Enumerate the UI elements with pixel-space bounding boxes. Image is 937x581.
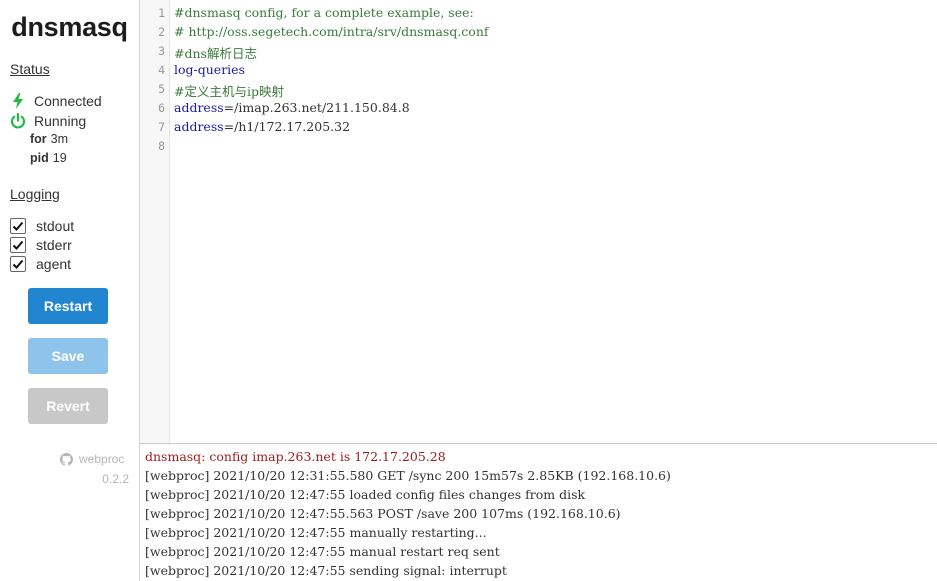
config-key: address bbox=[174, 119, 224, 134]
github-icon bbox=[60, 452, 73, 466]
app-title: dnsmasq bbox=[11, 12, 128, 42]
line-number: 2 bbox=[158, 25, 165, 39]
config-value: =/imap.263.net/211.150.84.8 bbox=[223, 100, 410, 115]
pid-label: pid bbox=[30, 151, 49, 165]
restart-button[interactable]: Restart bbox=[28, 288, 108, 324]
webproc-label: webproc bbox=[79, 452, 125, 466]
revert-button[interactable]: Revert bbox=[28, 388, 108, 424]
pid-row: pid 19 bbox=[30, 151, 67, 165]
uptime-value: 3m bbox=[50, 132, 69, 146]
line-number: 7 bbox=[158, 120, 165, 134]
log-line: [webproc] 2021/10/20 12:31:55.580 GET /s… bbox=[145, 468, 671, 483]
line-number: 1 bbox=[158, 6, 165, 20]
log-line: [webproc] 2021/10/20 12:47:55 manually r… bbox=[145, 525, 487, 540]
stderr-label: stderr bbox=[36, 237, 72, 253]
code-line-1[interactable]: #dnsmasq config, for a complete example,… bbox=[174, 5, 474, 20]
log-line: dnsmasq: config imap.263.net is 172.17.2… bbox=[145, 449, 446, 464]
agent-checkbox[interactable] bbox=[10, 256, 26, 272]
uptime-label: for bbox=[30, 132, 47, 146]
checkmark-icon bbox=[12, 240, 24, 250]
line-number: 4 bbox=[158, 63, 165, 77]
webproc-link[interactable]: webproc bbox=[60, 452, 124, 466]
checkmark-icon bbox=[12, 259, 24, 269]
running-label: Running bbox=[34, 113, 87, 129]
stdout-checkbox[interactable] bbox=[10, 218, 26, 234]
logging-option-stderr[interactable]: stderr bbox=[10, 237, 72, 253]
lightning-bolt-icon bbox=[10, 93, 26, 109]
code-line-7[interactable]: address=/h1/172.17.205.32 bbox=[174, 119, 350, 134]
code-line-4[interactable]: log-queries bbox=[174, 62, 245, 77]
logging-heading: Logging bbox=[10, 186, 60, 202]
code-line-3[interactable]: #dns解析日志 bbox=[174, 43, 257, 62]
stderr-checkbox[interactable] bbox=[10, 237, 26, 253]
sidebar: dnsmasq Status Connected Running for 3m p… bbox=[0, 0, 140, 581]
uptime-row: for 3m bbox=[30, 132, 68, 146]
stdout-label: stdout bbox=[36, 218, 75, 234]
log-line: [webproc] 2021/10/20 12:47:55.563 POST /… bbox=[145, 506, 621, 521]
save-button[interactable]: Save bbox=[28, 338, 108, 374]
power-icon bbox=[10, 113, 26, 129]
line-number-gutter: 1 2 3 4 5 6 7 8 bbox=[140, 0, 170, 443]
code-line-6[interactable]: address=/imap.263.net/211.150.84.8 bbox=[174, 100, 410, 115]
log-line: [webproc] 2021/10/20 12:47:55 sending si… bbox=[145, 563, 507, 578]
line-number: 5 bbox=[158, 82, 165, 96]
config-editor[interactable]: 1 2 3 4 5 6 7 8 #dnsmasq config, for a c… bbox=[140, 0, 937, 444]
connected-label: Connected bbox=[34, 93, 102, 109]
logging-option-stdout[interactable]: stdout bbox=[10, 218, 74, 234]
code-line-5[interactable]: #定义主机与ip映射 bbox=[174, 81, 284, 100]
running-status: Running bbox=[10, 113, 86, 129]
agent-label: agent bbox=[36, 256, 72, 272]
config-key: address bbox=[174, 100, 224, 115]
log-output: dnsmasq: config imap.263.net is 172.17.2… bbox=[140, 444, 937, 581]
code-line-2[interactable]: # http://oss.segetech.com/intra/srv/dnsm… bbox=[174, 24, 489, 39]
line-number: 3 bbox=[158, 44, 165, 58]
log-line: [webproc] 2021/10/20 12:47:55 loaded con… bbox=[145, 487, 586, 502]
line-number: 8 bbox=[158, 139, 165, 153]
status-heading: Status bbox=[10, 61, 50, 77]
checkmark-icon bbox=[12, 221, 24, 231]
pid-value: 19 bbox=[52, 151, 67, 165]
log-line: [webproc] 2021/10/20 12:47:55 manual res… bbox=[145, 544, 500, 559]
connected-status: Connected bbox=[10, 93, 102, 109]
config-value: =/h1/172.17.205.32 bbox=[223, 119, 351, 134]
version-label: 0.2.2 bbox=[102, 472, 129, 486]
line-number: 6 bbox=[158, 101, 165, 115]
logging-option-agent[interactable]: agent bbox=[10, 256, 71, 272]
